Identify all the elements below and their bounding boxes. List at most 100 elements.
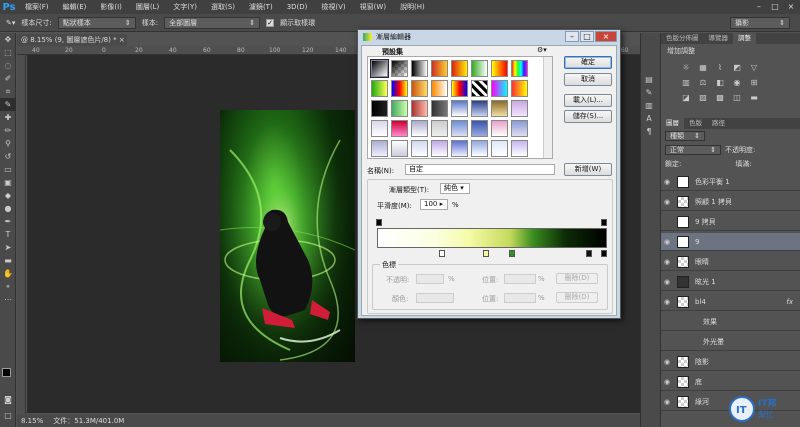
brightness-icon[interactable]: ☼ xyxy=(679,61,693,73)
stamp-tool-icon[interactable]: ⚲ xyxy=(0,137,16,150)
dialog-maximize-button[interactable]: □ xyxy=(580,31,594,42)
layer-row[interactable]: ◉ 陰影 xyxy=(661,353,800,371)
layer-row[interactable]: 外光暈 xyxy=(661,333,800,351)
eye-icon[interactable]: ◉ xyxy=(661,258,673,266)
save-button[interactable]: 儲存(S)... xyxy=(564,110,612,123)
paragraph-panel-icon[interactable]: ¶ xyxy=(641,125,657,138)
fx-icon[interactable]: fx xyxy=(786,298,793,306)
hand-tool-icon[interactable]: ✋ xyxy=(0,267,16,280)
gradient-preset-swatch[interactable] xyxy=(471,140,488,157)
gradient-preset-swatch[interactable] xyxy=(471,80,488,97)
close-window-button[interactable]: × xyxy=(784,1,798,12)
channel-mixer-icon[interactable]: ⊞ xyxy=(747,76,761,88)
menu-filter[interactable]: 濾鏡(T) xyxy=(242,2,280,12)
opacity-stop-left[interactable] xyxy=(376,219,382,226)
document-tab[interactable]: @ 8.15% (9, 圖層遮色片/8) * × xyxy=(17,34,127,46)
history-panel-icon[interactable]: ▤ xyxy=(641,73,657,86)
delete-opacity-stop-button[interactable]: 刪除(D) xyxy=(556,273,598,284)
exposure-icon[interactable]: ◩ xyxy=(730,61,744,73)
layer-row[interactable]: 9 拷貝 xyxy=(661,213,800,231)
brush-panel-icon[interactable]: ✎ xyxy=(641,86,657,99)
eraser-tool-icon[interactable]: ▭ xyxy=(0,163,16,176)
zoom-level[interactable]: 8.15% xyxy=(21,417,43,425)
opacity-stop-right[interactable] xyxy=(601,219,607,226)
color-stop-2[interactable] xyxy=(483,250,489,257)
gradient-preset-swatch[interactable] xyxy=(370,59,389,78)
eyedropper-tool-icon[interactable]: ✎ xyxy=(0,98,16,111)
levels-icon[interactable]: ▦ xyxy=(696,61,710,73)
quick-mask-icon[interactable]: ◙ xyxy=(0,393,16,406)
vibrance-icon[interactable]: ▽ xyxy=(747,61,761,73)
blur-tool-icon[interactable]: ◆ xyxy=(0,189,16,202)
hue-icon[interactable]: ▥ xyxy=(679,76,693,88)
gradient-preset-swatch[interactable] xyxy=(391,80,408,97)
curves-icon[interactable]: ⌇ xyxy=(713,61,727,73)
gradient-preset-swatch[interactable] xyxy=(431,120,448,137)
eye-icon[interactable]: ◉ xyxy=(661,378,673,386)
color-stop-5[interactable] xyxy=(601,250,607,257)
gradient-preset-swatch[interactable] xyxy=(511,80,528,97)
name-field[interactable]: 自定 xyxy=(405,164,555,175)
eye-icon[interactable]: ◉ xyxy=(661,398,673,406)
opacity-field[interactable] xyxy=(416,274,444,284)
layer-row[interactable]: ◉ 9 xyxy=(661,233,800,251)
gradient-preset-swatch[interactable] xyxy=(491,60,508,77)
gradient-preset-swatch[interactable] xyxy=(511,100,528,117)
threshold-icon[interactable]: ▩ xyxy=(713,91,727,103)
gradient-preset-swatch[interactable] xyxy=(491,100,508,117)
gradient-preset-swatch[interactable] xyxy=(511,60,528,77)
dodge-tool-icon[interactable]: ● xyxy=(0,202,16,215)
layer-row[interactable]: ◉ 眼睛 xyxy=(661,253,800,271)
smoothness-field[interactable]: 100 ▸ xyxy=(420,199,448,210)
foreground-color-swatch[interactable] xyxy=(2,368,11,377)
tab-adjustments[interactable]: 調整 xyxy=(733,33,756,44)
gradient-preset-swatch[interactable] xyxy=(411,100,428,117)
menu-window[interactable]: 視窗(W) xyxy=(353,2,393,12)
eyedropper-tool-icon[interactable]: ✎▾ xyxy=(6,19,15,27)
sample-select[interactable]: 全部圖層 ⇕ xyxy=(164,16,261,29)
color-stop-4[interactable] xyxy=(586,250,592,257)
ok-button[interactable]: 確定 xyxy=(564,56,612,69)
new-button[interactable]: 新增(W) xyxy=(564,163,612,176)
gradient-preset-swatch[interactable] xyxy=(391,100,408,117)
show-ring-checkbox[interactable]: ✓ xyxy=(266,18,275,27)
color-location-field[interactable] xyxy=(504,293,536,303)
pen-tool-icon[interactable]: ✒ xyxy=(0,215,16,228)
gradient-preset-swatch[interactable] xyxy=(511,140,528,157)
lasso-tool-icon[interactable]: ◌ xyxy=(0,59,16,72)
dialog-titlebar[interactable]: 漸層編輯器 – □ × xyxy=(358,30,620,44)
gradient-preset-swatch[interactable] xyxy=(371,120,388,137)
healing-tool-icon[interactable]: ✚ xyxy=(0,111,16,124)
crop-tool-icon[interactable]: ⌗ xyxy=(0,85,16,98)
eye-icon[interactable]: ◉ xyxy=(661,358,673,366)
blend-mode-select[interactable]: 正常 ⇕ xyxy=(665,145,721,155)
gradient-preset-swatch[interactable] xyxy=(451,120,468,137)
screen-mode-icon[interactable]: ▢ xyxy=(0,409,16,422)
layer-row[interactable]: ◉ 眩光 1 xyxy=(661,273,800,291)
gradient-preset-swatch[interactable] xyxy=(411,140,428,157)
menu-layer[interactable]: 圖層(L) xyxy=(129,2,166,12)
history-brush-icon[interactable]: ↺ xyxy=(0,150,16,163)
gradient-preset-swatch[interactable] xyxy=(371,80,388,97)
menu-select[interactable]: 選取(S) xyxy=(204,2,242,12)
kind-filter-select[interactable]: 種類 ⇕ xyxy=(665,131,705,141)
path-select-icon[interactable]: ➤ xyxy=(0,241,16,254)
presets-grid[interactable] xyxy=(367,56,553,159)
layer-row[interactable]: 效果 xyxy=(661,313,800,331)
shape-tool-icon[interactable]: ▬ xyxy=(0,254,16,267)
gradient-preset-swatch[interactable] xyxy=(471,120,488,137)
selective-color-icon[interactable]: ◫ xyxy=(730,91,744,103)
posterize-icon[interactable]: ▨ xyxy=(696,91,710,103)
tab-paths[interactable]: 路徑 xyxy=(707,118,730,129)
color-field[interactable] xyxy=(416,293,454,303)
gradient-preset-swatch[interactable] xyxy=(431,80,448,97)
brush-tool-icon[interactable]: ✏ xyxy=(0,124,16,137)
gradient-preset-swatch[interactable] xyxy=(431,140,448,157)
menu-edit[interactable]: 編輯(E) xyxy=(56,2,94,12)
gradient-preset-swatch[interactable] xyxy=(431,100,448,117)
layer-row[interactable]: ◉ bl4 fx xyxy=(661,293,800,311)
gradient-preset-swatch[interactable] xyxy=(471,60,488,77)
workspace-select[interactable]: 攝影 ⇕ xyxy=(730,17,790,29)
gradient-preset-swatch[interactable] xyxy=(451,80,468,97)
eye-icon[interactable]: ◉ xyxy=(661,238,673,246)
